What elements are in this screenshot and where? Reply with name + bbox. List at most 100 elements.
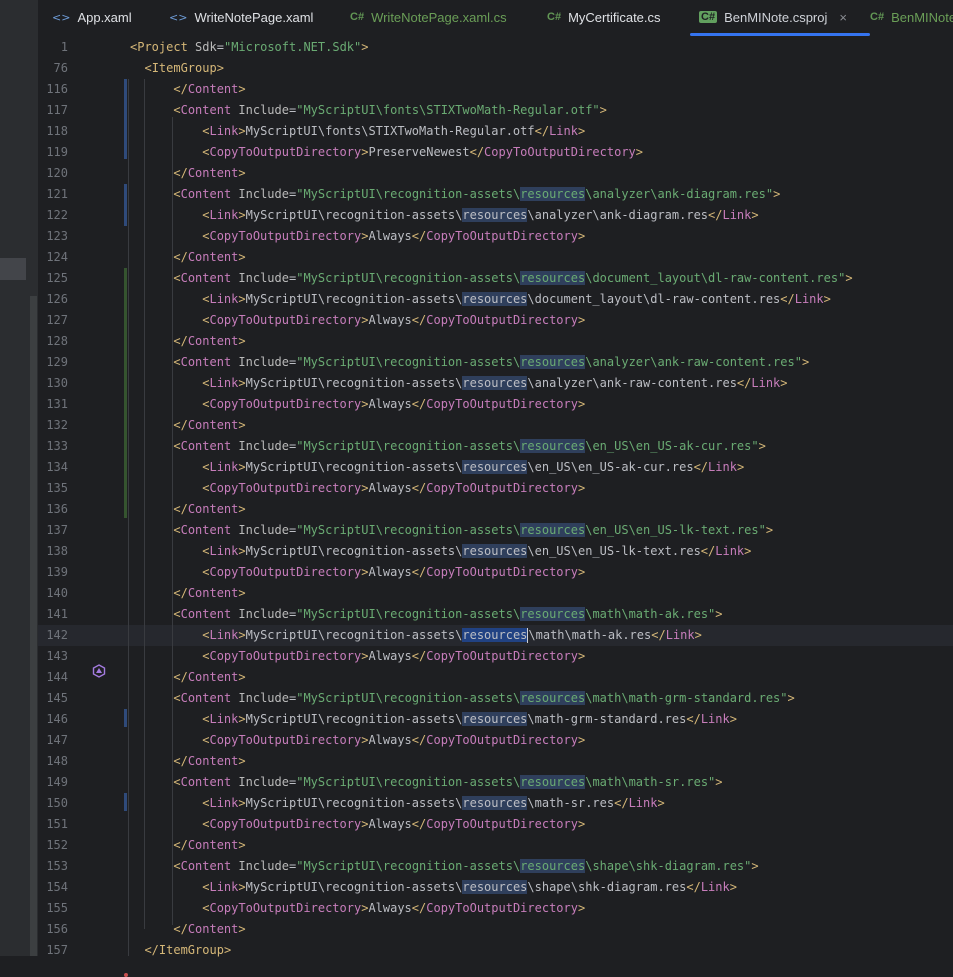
code-line[interactable]: 140 </Content> — [38, 583, 953, 604]
code-line[interactable]: 122 <Link>MyScriptUI\recognition-assets\… — [38, 205, 953, 226]
tab-writenotepage-xaml-cs[interactable]: C# WriteNotePage.xaml.cs — [350, 0, 507, 34]
line-number[interactable]: 121 — [38, 184, 68, 205]
code-line[interactable]: 142 <Link>MyScriptUI\recognition-assets\… — [38, 625, 953, 646]
line-number[interactable]: 124 — [38, 247, 68, 268]
code-line[interactable]: 1 <Project Sdk="Microsoft.NET.Sdk"> — [38, 37, 953, 58]
vcs-change-marker[interactable] — [124, 268, 127, 518]
code-line[interactable]: 152 </Content> — [38, 835, 953, 856]
code-line[interactable]: 123 <CopyToOutputDirectory>Always</CopyT… — [38, 226, 953, 247]
line-number[interactable]: 134 — [38, 457, 68, 478]
line-number[interactable]: 132 — [38, 415, 68, 436]
project-panel-scrollbar[interactable] — [30, 296, 37, 956]
code-line[interactable]: 157 </ItemGroup> — [38, 940, 953, 961]
line-number[interactable]: 144 — [38, 667, 68, 688]
line-number[interactable]: 128 — [38, 331, 68, 352]
line-number[interactable]: 125 — [38, 268, 68, 289]
line-number[interactable]: 122 — [38, 205, 68, 226]
line-number[interactable]: 143 — [38, 646, 68, 667]
vcs-change-marker[interactable] — [124, 79, 127, 159]
code-line[interactable]: 129 <Content Include="MyScriptUI\recogni… — [38, 352, 953, 373]
line-number[interactable]: 146 — [38, 709, 68, 730]
bookmark-gutter-icon[interactable] — [92, 664, 106, 678]
code-editor[interactable]: 1 <Project Sdk="Microsoft.NET.Sdk"> 76 <It… — [38, 37, 953, 977]
line-number[interactable]: 127 — [38, 310, 68, 331]
tab-benminote-csproj[interactable]: C# BenMINote.csproj × — [690, 0, 870, 36]
line-number[interactable]: 120 — [38, 163, 68, 184]
line-number[interactable]: 137 — [38, 520, 68, 541]
line-number[interactable]: 135 — [38, 478, 68, 499]
code-line[interactable]: 136 </Content> — [38, 499, 953, 520]
code-line[interactable]: 144 </Content> — [38, 667, 953, 688]
code-line[interactable]: 143 <CopyToOutputDirectory>Always</CopyT… — [38, 646, 953, 667]
code-line[interactable]: 141 <Content Include="MyScriptUI\recogni… — [38, 604, 953, 625]
tab-app-xaml[interactable]: <> App.xaml — [52, 0, 132, 34]
tab-benminote-cs[interactable]: C# BenMINote — [870, 0, 953, 34]
code-line[interactable]: 156 </Content> — [38, 919, 953, 940]
line-number[interactable]: 139 — [38, 562, 68, 583]
line-number[interactable]: 129 — [38, 352, 68, 373]
vcs-change-marker[interactable] — [124, 709, 127, 727]
code-line[interactable]: 118 <Link>MyScriptUI\fonts\STIXTwoMath-R… — [38, 121, 953, 142]
line-number[interactable]: 147 — [38, 730, 68, 751]
vcs-change-marker[interactable] — [124, 184, 127, 226]
line-number[interactable]: 145 — [38, 688, 68, 709]
code-line[interactable]: 76 <ItemGroup> — [38, 58, 953, 79]
close-icon[interactable]: × — [839, 10, 847, 25]
code-line[interactable]: 132 </Content> — [38, 415, 953, 436]
line-number[interactable]: 117 — [38, 100, 68, 121]
line-number[interactable]: 140 — [38, 583, 68, 604]
code-line[interactable]: 128 </Content> — [38, 331, 953, 352]
code-line[interactable]: 127 <CopyToOutputDirectory>Always</CopyT… — [38, 310, 953, 331]
code-line[interactable]: 119 <CopyToOutputDirectory>PreserveNewes… — [38, 142, 953, 163]
tab-writenotepage-xaml[interactable]: <> WriteNotePage.xaml — [169, 0, 313, 34]
line-number[interactable]: 133 — [38, 436, 68, 457]
line-number[interactable]: 138 — [38, 541, 68, 562]
code-line[interactable]: 153 <Content Include="MyScriptUI\recogni… — [38, 856, 953, 877]
code-line[interactable]: 154 <Link>MyScriptUI\recognition-assets\… — [38, 877, 953, 898]
line-number[interactable]: 154 — [38, 877, 68, 898]
line-number[interactable]: 156 — [38, 919, 68, 940]
code-line[interactable]: 126 <Link>MyScriptUI\recognition-assets\… — [38, 289, 953, 310]
line-number[interactable]: 149 — [38, 772, 68, 793]
code-line[interactable]: 124 </Content> — [38, 247, 953, 268]
code-line[interactable]: 146 <Link>MyScriptUI\recognition-assets\… — [38, 709, 953, 730]
code-line[interactable]: 133 <Content Include="MyScriptUI\recogni… — [38, 436, 953, 457]
line-number[interactable]: 152 — [38, 835, 68, 856]
code-line[interactable]: 149 <Content Include="MyScriptUI\recogni… — [38, 772, 953, 793]
line-number[interactable]: 157 — [38, 940, 68, 961]
code-line[interactable]: 137 <Content Include="MyScriptUI\recogni… — [38, 520, 953, 541]
code-line[interactable]: 121 <Content Include="MyScriptUI\recogni… — [38, 184, 953, 205]
code-line[interactable]: 139 <CopyToOutputDirectory>Always</CopyT… — [38, 562, 953, 583]
code-line[interactable]: 131 <CopyToOutputDirectory>Always</CopyT… — [38, 394, 953, 415]
line-number[interactable]: 131 — [38, 394, 68, 415]
vcs-change-marker[interactable] — [124, 793, 127, 811]
line-number[interactable]: 1 — [38, 37, 68, 58]
line-number[interactable]: 126 — [38, 289, 68, 310]
line-number[interactable]: 148 — [38, 751, 68, 772]
line-number[interactable]: 142 — [38, 625, 68, 646]
line-number[interactable]: 155 — [38, 898, 68, 919]
code-line[interactable]: 120 </Content> — [38, 163, 953, 184]
code-line[interactable]: 135 <CopyToOutputDirectory>Always</CopyT… — [38, 478, 953, 499]
code-line[interactable]: 150 <Link>MyScriptUI\recognition-assets\… — [38, 793, 953, 814]
line-number[interactable]: 76 — [38, 58, 68, 79]
code-line[interactable]: 125 <Content Include="MyScriptUI\recogni… — [38, 268, 953, 289]
line-number[interactable]: 153 — [38, 856, 68, 877]
project-tree-selected-row[interactable] — [0, 258, 26, 280]
code-line[interactable]: 151 <CopyToOutputDirectory>Always</CopyT… — [38, 814, 953, 835]
line-number[interactable]: 141 — [38, 604, 68, 625]
code-line[interactable]: 155 <CopyToOutputDirectory>Always</CopyT… — [38, 898, 953, 919]
line-number[interactable]: 150 — [38, 793, 68, 814]
code-line[interactable]: 130 <Link>MyScriptUI\recognition-assets\… — [38, 373, 953, 394]
tab-mycertificate-cs[interactable]: C# MyCertificate.cs — [547, 0, 661, 34]
code-line[interactable]: 147 <CopyToOutputDirectory>Always</CopyT… — [38, 730, 953, 751]
line-number[interactable]: 136 — [38, 499, 68, 520]
line-number[interactable]: 130 — [38, 373, 68, 394]
code-line[interactable]: 148 </Content> — [38, 751, 953, 772]
line-number[interactable]: 118 — [38, 121, 68, 142]
code-line[interactable]: 116 </Content> — [38, 79, 953, 100]
code-line[interactable]: 138 <Link>MyScriptUI\recognition-assets\… — [38, 541, 953, 562]
code-line[interactable]: 117 <Content Include="MyScriptUI\fonts\S… — [38, 100, 953, 121]
line-number[interactable]: 151 — [38, 814, 68, 835]
code-line[interactable]: 145 <Content Include="MyScriptUI\recogni… — [38, 688, 953, 709]
